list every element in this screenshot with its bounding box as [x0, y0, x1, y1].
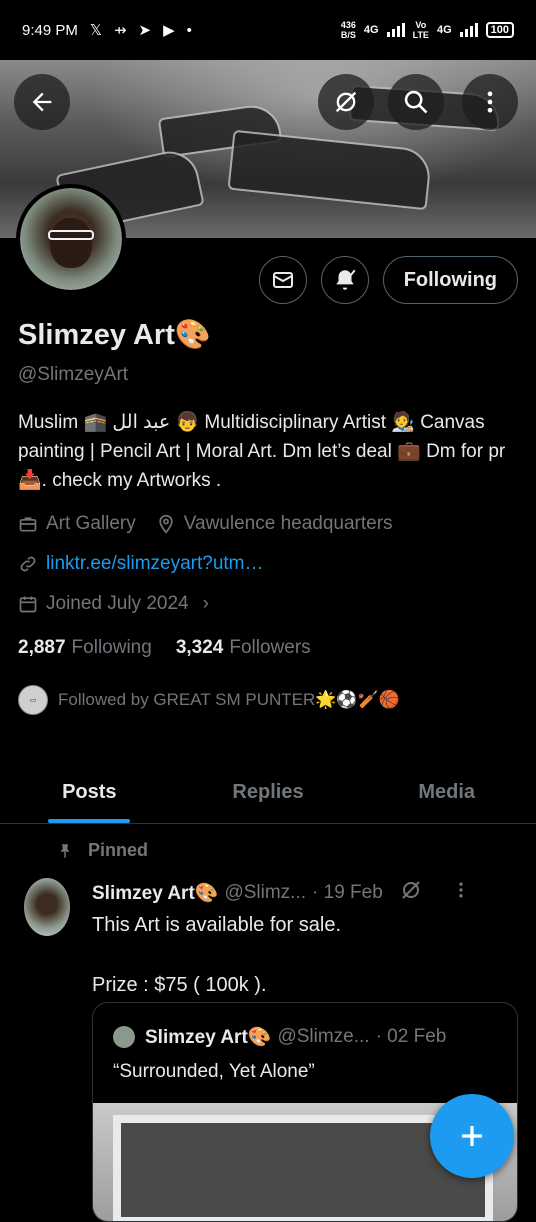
- more-vertical-icon: [459, 882, 463, 898]
- bell-check-icon: [336, 269, 356, 290]
- joined-item[interactable]: Joined July 2024 ›: [18, 593, 209, 615]
- profile-actions: Following: [258, 256, 518, 304]
- search-button[interactable]: [388, 74, 444, 130]
- quote-header: Slimzey Art🎨 @Slimze... · 02 Feb: [113, 1025, 446, 1049]
- pin-icon: [60, 843, 70, 858]
- status-bar: 9:49 PM 𝕏 ⇸ ➤ ▶ • 436 B/S 4G Vo LTE 4G 1…: [0, 0, 536, 60]
- pinned-label: Pinned: [88, 840, 149, 860]
- tab-replies[interactable]: Replies: [179, 762, 358, 823]
- network-type-1: 4G: [363, 24, 379, 36]
- following-count: 2,887: [18, 637, 66, 658]
- avatar-glasses: [48, 230, 94, 240]
- quote-text: “Surrounded, Yet Alone”: [113, 1061, 315, 1082]
- sim-icon: ⇸: [113, 22, 127, 39]
- pinned-indicator: Pinned: [56, 840, 148, 861]
- user-handle: @SlimzeyArt: [18, 364, 129, 385]
- battery-level: 100: [490, 24, 509, 36]
- profile-meta-row-3: Joined July 2024 ›: [18, 589, 518, 619]
- telegram-icon: ➤: [138, 22, 152, 39]
- post-author-name[interactable]: Slimzey Art🎨: [92, 881, 218, 905]
- profile-avatar[interactable]: [16, 184, 126, 294]
- status-time: 9:49 PM: [22, 21, 78, 39]
- network-type-2: 4G: [436, 24, 452, 36]
- followed-by-text: Followed by GREAT SM PUNTER🌟⚽🏏🏀: [58, 690, 400, 709]
- back-arrow-icon: [32, 92, 52, 112]
- quote-date: · 02 Feb: [375, 1026, 447, 1047]
- following-stat[interactable]: 2,887 Following: [18, 637, 152, 659]
- banner-art-boat: [227, 129, 433, 211]
- network-speed-unit: B/S: [340, 30, 356, 40]
- location-pin-icon: [159, 514, 173, 534]
- following-label: Following: [71, 637, 152, 658]
- tab-media[interactable]: Media: [357, 762, 536, 823]
- chevron-right-icon: ›: [202, 593, 209, 614]
- location-label: Vawulence headquarters: [183, 513, 393, 534]
- post-author-handle[interactable]: @Slimz...: [224, 882, 306, 904]
- mail-icon: [272, 272, 293, 288]
- followed-by-row[interactable]: ▭ Followed by GREAT SM PUNTER🌟⚽🏏🏀: [18, 685, 518, 715]
- profile-tabs: Posts Replies Media: [0, 762, 536, 824]
- message-button[interactable]: [258, 256, 307, 304]
- link-icon: [20, 556, 36, 572]
- tab-posts[interactable]: Posts: [0, 762, 179, 823]
- network-speed-value: 436: [340, 20, 356, 30]
- more-vertical-icon: [487, 91, 493, 113]
- network-speed: 436 B/S: [341, 20, 356, 40]
- notifications-button[interactable]: [320, 256, 369, 304]
- post-author-avatar[interactable]: [24, 878, 70, 936]
- post-more-button[interactable]: [451, 880, 471, 906]
- volte-top: Vo: [415, 20, 427, 30]
- profile-meta-row-1: Art Gallery Vawulence headquarters: [18, 509, 518, 539]
- search-icon: [404, 90, 428, 114]
- bio-text: Muslim 🕋 عبد الل 👦 Multidisciplinary Art…: [18, 412, 506, 491]
- post-grok-button[interactable]: [399, 878, 423, 908]
- signal-icon-2: [459, 23, 478, 37]
- profile-link[interactable]: linktr.ee/slimzeyart?utm…: [46, 553, 264, 575]
- link-item[interactable]: linktr.ee/slimzeyart?utm…: [18, 553, 264, 575]
- followers-count: 3,324: [175, 637, 224, 658]
- joined-label: Joined July 2024: [46, 593, 189, 614]
- location-item: Vawulence headquarters: [156, 513, 393, 535]
- grok-icon: [335, 91, 357, 113]
- display-name: Slimzey Art🎨: [18, 319, 211, 351]
- profile-info: Slimzey Art🎨 @SlimzeyArt Muslim 🕋 عبد ال…: [18, 318, 518, 715]
- following-button[interactable]: Following: [382, 256, 518, 304]
- plus-icon: [462, 1126, 482, 1146]
- followers-stat[interactable]: 3,324 Followers: [176, 637, 311, 659]
- notification-dot-icon: •: [186, 21, 192, 39]
- back-button[interactable]: [14, 74, 70, 130]
- post-text: This Art is available for sale. Prize : …: [92, 914, 341, 996]
- calendar-icon: [19, 596, 37, 613]
- quote-author-name: Slimzey Art🎨: [145, 1027, 272, 1048]
- follow-stats: 2,887 Following 3,324 Followers: [18, 637, 518, 659]
- quote-author-avatar: [113, 1026, 135, 1048]
- category-item: Art Gallery: [18, 513, 136, 535]
- profile-avatar-image: [20, 188, 122, 290]
- quote-author-handle: @Slimze...: [277, 1026, 370, 1047]
- battery-icon: 100: [485, 22, 514, 38]
- signal-icon: [386, 23, 405, 37]
- compose-button[interactable]: [430, 1094, 514, 1178]
- grok-icon: [402, 881, 420, 899]
- profile-meta-row-2: linktr.ee/slimzeyart?utm…: [18, 549, 518, 579]
- x-app-icon: 𝕏: [89, 22, 102, 39]
- youtube-icon: ▶: [163, 22, 175, 39]
- volte-indicator: Vo LTE: [413, 20, 429, 40]
- avatar-face: [50, 218, 92, 268]
- more-options-button[interactable]: [462, 74, 518, 130]
- follower-avatar: ▭: [18, 685, 48, 715]
- followers-label: Followers: [229, 637, 311, 658]
- briefcase-icon: [19, 517, 37, 532]
- category-label: Art Gallery: [46, 513, 136, 534]
- post-date: · 19 Feb: [312, 882, 383, 903]
- post-header: Slimzey Art🎨 @Slimz... · 19 Feb: [92, 878, 522, 908]
- grok-button[interactable]: [318, 74, 374, 130]
- volte-bottom: LTE: [412, 30, 429, 40]
